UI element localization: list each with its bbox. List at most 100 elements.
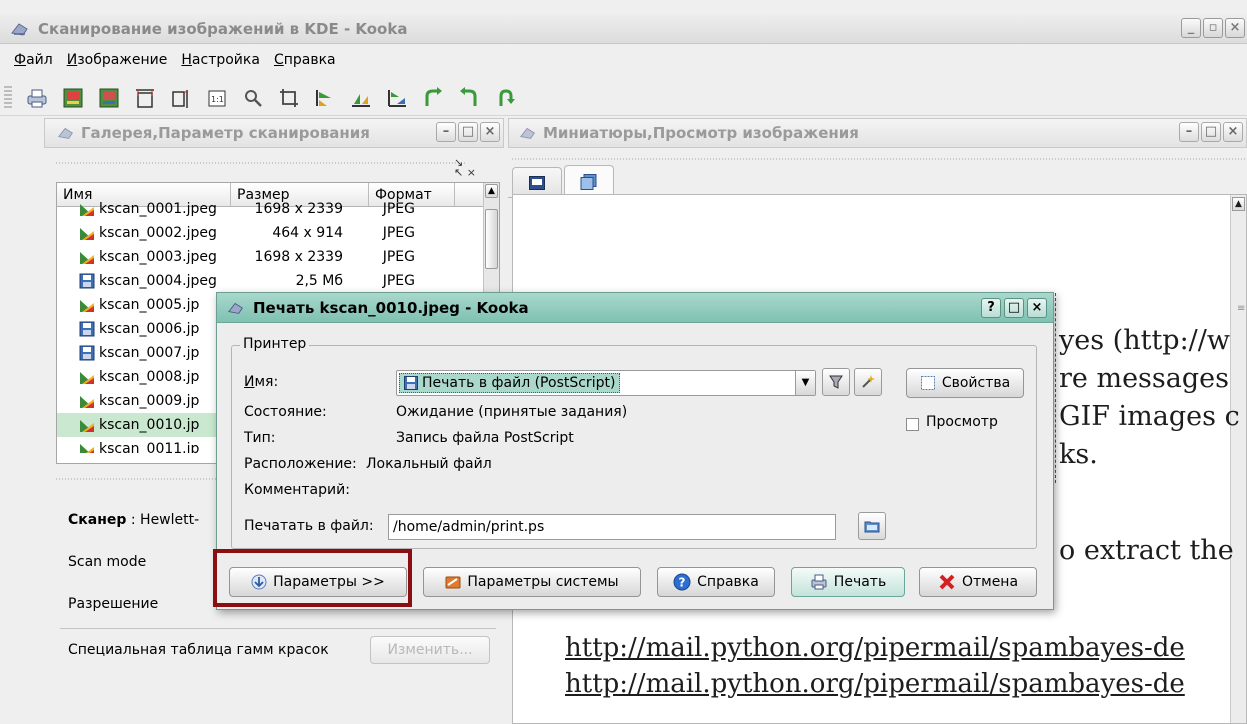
preview-label[interactable]: Просмотр xyxy=(926,414,998,430)
maximize-button[interactable]: ▫ xyxy=(1203,18,1223,38)
print-label: Печать xyxy=(833,574,887,590)
scroll-grip: ≡ xyxy=(1237,303,1246,314)
mirror-both-icon[interactable] xyxy=(384,85,410,111)
menu-settings[interactable]: Настройка xyxy=(181,52,260,68)
file-format: JPEG xyxy=(382,249,415,265)
panel-close-button[interactable]: × xyxy=(1223,122,1243,142)
doc-text-line: re messages xyxy=(1059,363,1229,394)
properties-icon xyxy=(920,376,935,390)
menu-image[interactable]: Изображение xyxy=(67,52,168,68)
panel-float-button[interactable]: □ xyxy=(458,122,478,142)
file-name: kscan_0005.jp xyxy=(99,297,200,313)
undock-icon[interactable]: ↘ ↖ × xyxy=(454,157,476,178)
file-name: kscan_0004.jpeg xyxy=(99,273,217,289)
scroll-up-icon[interactable]: ▲ xyxy=(1232,197,1245,211)
chevron-down-icon[interactable]: ▼ xyxy=(795,371,815,395)
gallery-panel-title: Галерея,Параметр сканирования xyxy=(81,124,370,142)
preview-panel-header: Миниатюры,Просмотр изображения – □ × xyxy=(508,118,1247,148)
panel-app-icon xyxy=(57,127,73,139)
mirror-vertical-icon[interactable] xyxy=(312,85,338,111)
print-to-file-input[interactable]: /home/admin/print.ps xyxy=(388,514,836,540)
file-format: JPEG xyxy=(382,225,415,241)
table-row[interactable]: kscan_0002.jpeg 464 x 914 JPEG xyxy=(57,221,499,245)
menu-file[interactable]: Файл xyxy=(14,52,53,68)
rotate-clockwise-icon[interactable] xyxy=(420,85,446,111)
crop-top-icon[interactable] xyxy=(132,85,158,111)
panel-minimize-button[interactable]: – xyxy=(436,122,456,142)
preview-checkbox[interactable] xyxy=(906,418,919,431)
scroll-up-icon[interactable]: ▲ xyxy=(485,184,498,198)
menu-help[interactable]: Справка xyxy=(274,52,336,68)
image-icon xyxy=(79,441,95,453)
tab-thumbnails[interactable] xyxy=(512,167,562,197)
image-icon xyxy=(79,393,95,409)
print-icon[interactable] xyxy=(24,85,50,111)
scan-mode-label: Scan mode xyxy=(68,554,147,570)
preview-scan-icon[interactable] xyxy=(60,85,86,111)
filter-icon xyxy=(829,375,843,389)
print-button[interactable]: Печать xyxy=(791,567,905,597)
gamma-edit-button[interactable]: Изменить... xyxy=(370,636,490,664)
file-size: 464 x 914 xyxy=(272,225,343,241)
floppy-icon xyxy=(404,376,418,390)
minimize-button[interactable]: _ xyxy=(1181,18,1201,38)
rotate-counterclockwise-icon[interactable] xyxy=(456,85,482,111)
crop-icon[interactable] xyxy=(276,85,302,111)
file-size: 2,5 Мб xyxy=(295,273,343,289)
image-icon xyxy=(79,369,95,385)
cancel-button[interactable]: Отмена xyxy=(919,567,1037,597)
system-settings-icon xyxy=(445,576,461,589)
location-label: Расположение: xyxy=(244,456,357,472)
panel-close-button[interactable]: × xyxy=(480,122,500,142)
printer-select[interactable]: Печать в файл (PostScript) ▼ xyxy=(396,370,816,396)
crop-side-icon[interactable] xyxy=(168,85,194,111)
folder-icon xyxy=(864,521,880,533)
file-name: kscan_0009.jp xyxy=(99,393,200,409)
final-scan-icon[interactable] xyxy=(96,85,122,111)
dock-handle[interactable] xyxy=(512,158,1247,160)
browse-file-button[interactable] xyxy=(858,512,886,540)
ocr-icon[interactable] xyxy=(240,85,266,111)
panel-float-button[interactable]: □ xyxy=(1201,122,1221,142)
dialog-close-button[interactable]: × xyxy=(1027,298,1047,318)
help-button[interactable]: ? Справка xyxy=(657,567,775,597)
selection-edge xyxy=(1055,293,1056,483)
tab-image-viewer[interactable] xyxy=(564,165,614,197)
printer-group: Принтер Имя: Печать в файл (PostScript) … xyxy=(231,336,1037,549)
dialog-help-button[interactable]: ? xyxy=(981,298,1001,318)
image-icon xyxy=(79,417,95,433)
main-titlebar: Сканирование изображений в KDE - Kooka _… xyxy=(0,14,1247,44)
rotate-180-icon[interactable] xyxy=(492,85,518,111)
dialog-maximize-button[interactable]: □ xyxy=(1004,298,1024,318)
table-row[interactable]: kscan_0003.jpeg 1698 x 2339 JPEG xyxy=(57,245,499,269)
dock-handle[interactable] xyxy=(56,162,466,164)
actual-size-icon[interactable]: 1:1 xyxy=(204,85,230,111)
doc-link: http://mail.python.org/pipermail/spambay… xyxy=(565,633,1185,663)
file-name: kscan_0006.jp xyxy=(99,321,200,337)
image-icon xyxy=(79,201,95,217)
viewer-scrollbar[interactable]: ▲ ≡ xyxy=(1230,195,1246,723)
file-format: JPEG xyxy=(382,201,415,217)
printer-properties-button[interactable]: Свойства xyxy=(906,368,1024,398)
svg-text:1:1: 1:1 xyxy=(211,95,224,104)
printer-name-label: Имя: xyxy=(244,374,279,390)
doc-link: http://mail.python.org/pipermail/spambay… xyxy=(565,669,1185,699)
close-button[interactable]: × xyxy=(1225,18,1245,38)
separator xyxy=(60,628,496,629)
file-name: kscan_0011.jp xyxy=(99,441,200,453)
mirror-horizontal-icon[interactable] xyxy=(348,85,374,111)
file-name: kscan_0010.jp xyxy=(99,417,200,433)
properties-label: Свойства xyxy=(941,375,1011,391)
scroll-thumb[interactable] xyxy=(485,209,498,269)
kooka-app-icon xyxy=(11,22,28,36)
svg-text:?: ? xyxy=(679,576,686,590)
file-name: kscan_0007.jp xyxy=(99,345,200,361)
table-row[interactable]: kscan_0001.jpeg 1698 x 2339 JPEG xyxy=(57,197,499,221)
toolbar: 1:1 xyxy=(0,80,1247,116)
table-row[interactable]: kscan_0004.jpeg 2,5 Мб JPEG xyxy=(57,269,499,293)
printer-filter-button[interactable] xyxy=(822,368,850,396)
panel-minimize-button[interactable]: – xyxy=(1179,122,1199,142)
printer-wizard-button[interactable] xyxy=(854,368,882,396)
system-options-button[interactable]: Параметры системы xyxy=(423,567,641,597)
gamma-table-label: Специальная таблица гамм красок xyxy=(68,642,329,658)
